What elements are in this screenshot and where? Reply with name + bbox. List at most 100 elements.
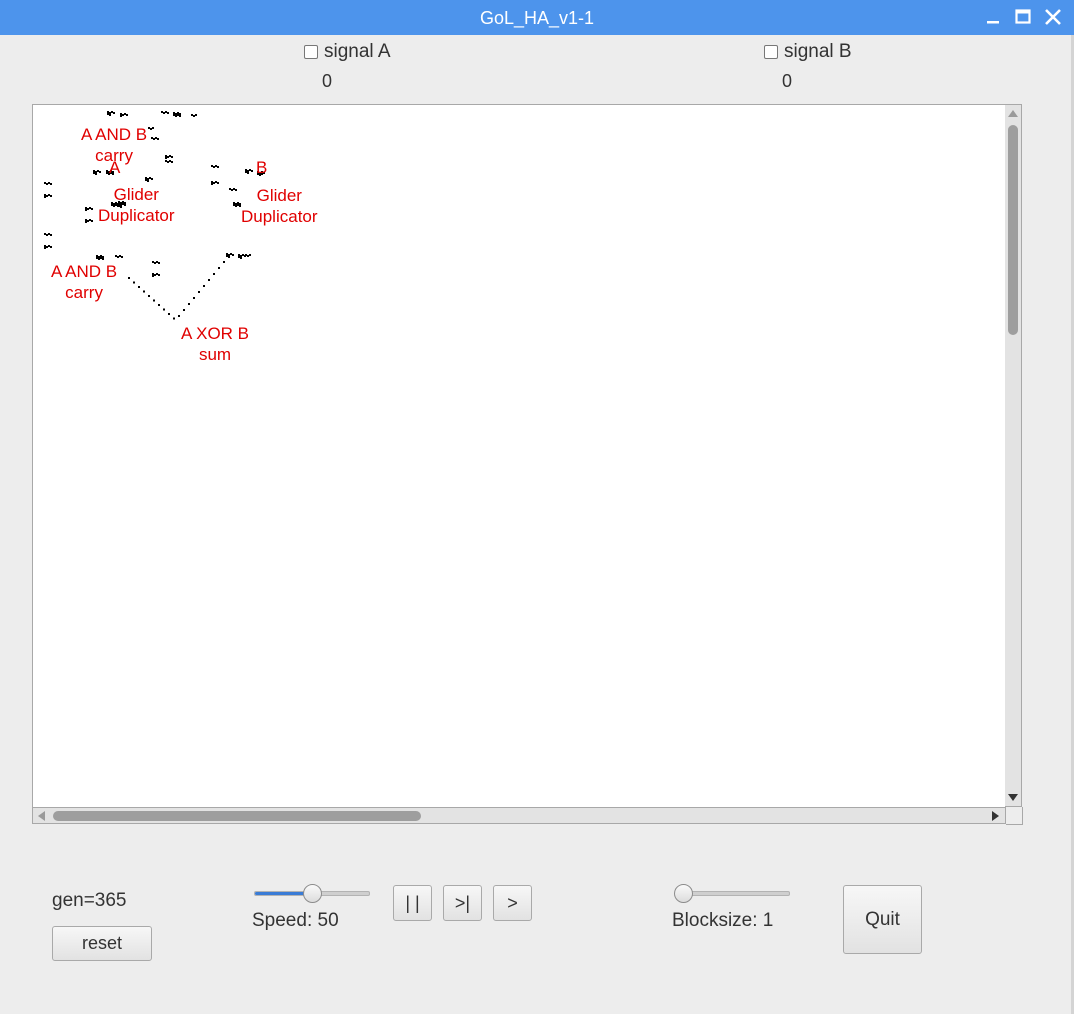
live-cell	[46, 234, 48, 236]
glider-cell	[133, 281, 135, 284]
vertical-scroll-thumb[interactable]	[1008, 125, 1018, 335]
play-button[interactable]: >	[493, 885, 532, 921]
glider-cell	[148, 295, 150, 297]
live-cell	[89, 207, 91, 209]
live-cell	[44, 245, 46, 247]
horizontal-scrollbar[interactable]	[32, 807, 1006, 824]
glider-cell	[173, 317, 175, 320]
live-cell	[157, 138, 159, 140]
label-line: carry	[65, 283, 103, 302]
signal-a-box[interactable]	[304, 45, 318, 59]
live-cell	[211, 183, 213, 185]
live-cell	[98, 258, 100, 260]
live-cell	[48, 245, 50, 247]
live-cell	[231, 189, 233, 191]
live-cell	[235, 205, 237, 207]
reset-button[interactable]: reset	[52, 926, 152, 961]
live-cell	[87, 208, 89, 210]
life-canvas[interactable]: A AND B carry A Glider Duplicator B Glid…	[32, 104, 1007, 809]
live-cell	[152, 275, 154, 277]
speed-slider-handle[interactable]	[303, 884, 322, 903]
glider-cell	[193, 297, 195, 299]
live-cell	[50, 195, 52, 197]
live-cell	[173, 112, 175, 114]
signal-b-checkbox[interactable]: signal B	[764, 41, 852, 63]
glider-cell	[223, 261, 225, 263]
live-cell	[150, 128, 152, 130]
live-cell	[235, 189, 237, 191]
live-cell	[233, 204, 235, 206]
live-cell	[213, 182, 215, 184]
blocksize-slider-handle[interactable]	[674, 884, 693, 903]
live-cell	[249, 254, 251, 256]
label-line: A	[109, 158, 121, 177]
label-line: Glider	[113, 185, 159, 204]
live-cell	[95, 173, 97, 175]
live-cell	[115, 255, 117, 257]
blocksize-slider[interactable]	[676, 891, 790, 896]
live-cell	[106, 172, 108, 174]
label-line: A XOR B	[181, 324, 250, 343]
live-cell	[151, 178, 153, 180]
label-glider-duplicator-a: Glider Duplicator	[98, 184, 175, 226]
blocksize-label: Blocksize: 1	[672, 910, 774, 931]
glider-cell	[143, 290, 145, 293]
live-cell	[215, 181, 217, 183]
glider-cell	[128, 277, 130, 279]
live-cell	[233, 202, 235, 204]
live-cell	[247, 170, 249, 172]
live-cell	[96, 257, 98, 259]
title-bar: GoL_HA_v1-1	[0, 0, 1074, 35]
live-cell	[177, 114, 179, 116]
glider-cell	[163, 308, 165, 311]
live-cell	[245, 254, 247, 256]
scroll-left-icon[interactable]	[38, 811, 45, 821]
live-cell	[175, 115, 177, 117]
live-cell	[98, 256, 100, 258]
scroll-down-icon[interactable]	[1008, 794, 1018, 801]
label-line: sum	[198, 345, 232, 364]
live-cell	[154, 262, 156, 264]
life-cells	[44, 111, 265, 320]
signal-b-box[interactable]	[764, 45, 778, 59]
quit-button[interactable]: Quit	[843, 885, 922, 954]
live-cell	[119, 255, 121, 257]
signal-b-count: 0	[782, 71, 793, 91]
label-line: Duplicator	[241, 207, 318, 226]
live-cell	[240, 257, 242, 259]
live-cell	[247, 255, 249, 257]
vertical-scrollbar[interactable]	[1005, 104, 1022, 807]
live-cell	[217, 166, 219, 168]
live-cell	[175, 113, 177, 115]
live-cell	[124, 113, 126, 115]
live-cell	[152, 261, 154, 263]
maximize-icon[interactable]	[1012, 6, 1034, 28]
live-cell	[93, 170, 95, 172]
signal-a-checkbox[interactable]: signal A	[304, 41, 391, 63]
live-cell	[165, 157, 167, 159]
live-cell	[169, 160, 171, 162]
close-icon[interactable]	[1042, 6, 1064, 28]
live-cell	[228, 254, 230, 256]
live-cell	[87, 220, 89, 222]
live-cell	[46, 195, 48, 197]
horizontal-scroll-thumb[interactable]	[53, 811, 421, 821]
scroll-up-icon[interactable]	[1008, 110, 1018, 117]
live-cell	[237, 204, 239, 206]
live-cell	[228, 256, 230, 258]
generation-counter: gen=365	[52, 890, 127, 911]
live-cell	[154, 274, 156, 276]
pause-button[interactable]: | |	[393, 885, 432, 921]
live-cell	[95, 171, 97, 173]
glider-cell	[188, 303, 190, 305]
live-cell	[161, 111, 163, 113]
live-cell	[46, 183, 48, 185]
live-cell	[102, 256, 104, 258]
minimize-icon[interactable]	[982, 6, 1004, 28]
live-cell	[245, 169, 247, 171]
step-button[interactable]: >|	[443, 885, 482, 921]
scroll-right-icon[interactable]	[992, 811, 999, 821]
live-cell	[211, 165, 213, 167]
live-cell	[191, 114, 193, 116]
live-cell	[230, 253, 232, 255]
